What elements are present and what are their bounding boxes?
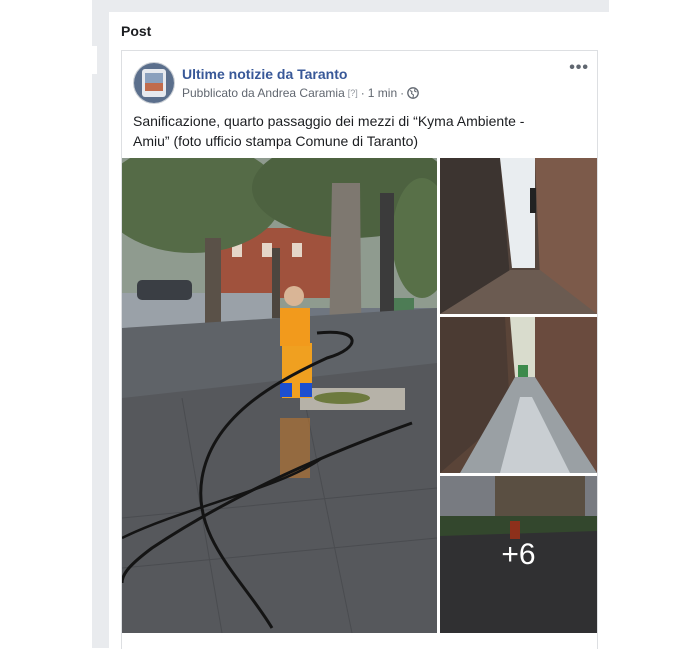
post-time[interactable]: 1 min xyxy=(368,86,397,100)
left-strip xyxy=(92,46,97,74)
more-photos-overlay[interactable]: +6 xyxy=(440,476,597,633)
post-text: Sanificazione, quarto passaggio dei mezz… xyxy=(133,113,525,149)
photo-thumbnail-3[interactable]: +6 xyxy=(440,476,597,633)
post-meta: Pubblicato da Andrea Caramia [?] · 1 min… xyxy=(182,86,419,100)
photo-grid: +6 xyxy=(122,158,597,633)
help-bracket[interactable]: [?] xyxy=(348,88,358,98)
more-options-icon[interactable]: ••• xyxy=(569,59,589,77)
main-photo[interactable] xyxy=(122,158,437,633)
photo-thumbnail-2[interactable] xyxy=(440,317,597,473)
page-name-link[interactable]: Ultime notizie da Taranto xyxy=(182,66,347,82)
section-title: Post xyxy=(121,23,152,39)
meta-separator-2: · xyxy=(400,86,405,100)
post: Ultime notizie da Taranto Pubblicato da … xyxy=(121,50,598,649)
published-by[interactable]: Pubblicato da Andrea Caramia xyxy=(182,86,345,100)
photo-thumbnail-1[interactable] xyxy=(440,158,597,314)
page-avatar[interactable] xyxy=(133,62,175,104)
globe-icon[interactable] xyxy=(407,87,419,99)
post-card: Post Ultime notizie da Taranto Pubblicat… xyxy=(109,12,609,649)
meta-separator: · xyxy=(360,86,365,100)
